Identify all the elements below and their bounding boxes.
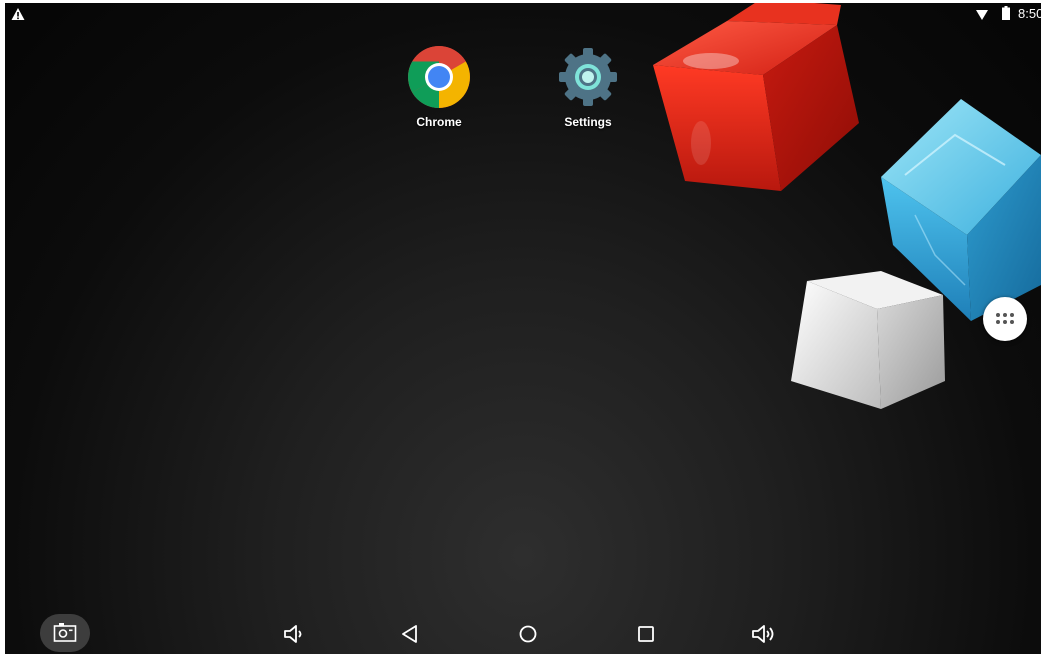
back-icon[interactable] [397,621,423,647]
chrome-app[interactable]: Chrome [391,45,487,141]
settings-label: Settings [564,115,612,129]
all-apps-button[interactable] [983,297,1027,341]
warning-icon [11,8,25,20]
white-cube-wallpaper [791,271,945,409]
status-bar: 8:50 [5,3,1041,27]
screenshot-icon [53,623,77,642]
home-icon[interactable] [515,621,541,647]
wifi-icon [976,10,988,20]
screenshot-button[interactable] [40,614,90,652]
chrome-label: Chrome [416,115,462,129]
home-screen: 8:50 Chrome Settings [5,3,1041,654]
navigation-bar [5,613,1041,654]
volume-up-icon[interactable] [750,621,776,647]
status-clock: 8:50 [1018,6,1041,21]
chrome-icon [408,46,470,108]
settings-app[interactable]: Settings [540,45,636,141]
red-cube-wallpaper [653,3,859,191]
settings-gear-icon [559,48,617,106]
battery-icon [1002,6,1010,20]
apps-grid-icon [996,313,1014,324]
recents-icon[interactable] [633,621,659,647]
volume-down-icon[interactable] [281,621,307,647]
